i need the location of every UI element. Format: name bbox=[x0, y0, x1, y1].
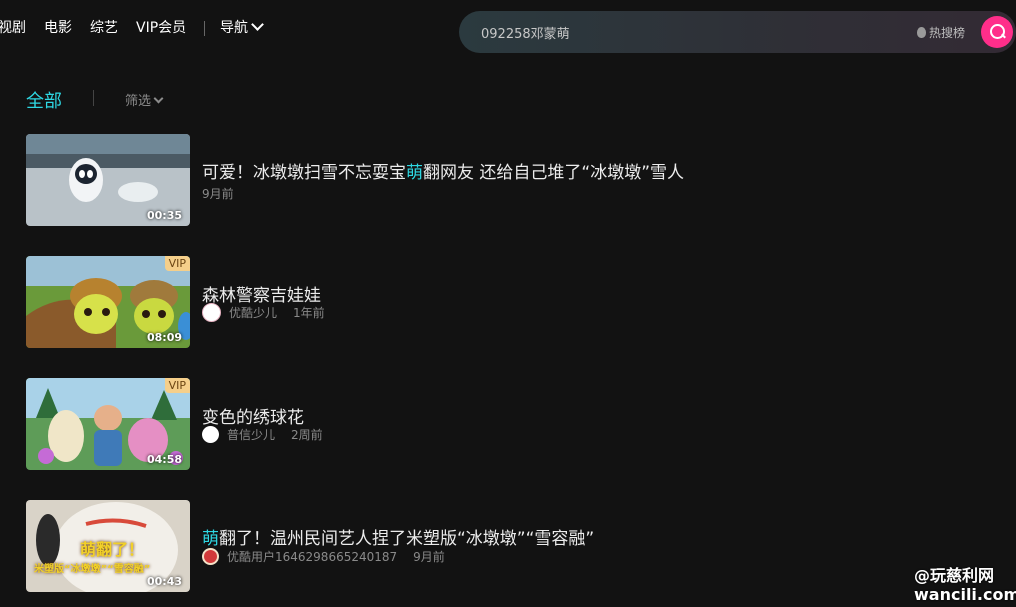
search-bar: 092258邓蒙萌 热搜榜 bbox=[459, 11, 1016, 53]
channel-avatar[interactable] bbox=[202, 426, 219, 443]
video-duration: 00:43 bbox=[146, 575, 182, 588]
video-meta: 优酷用户1646298665240187 9月前 bbox=[202, 548, 445, 566]
hot-search-label: 热搜榜 bbox=[929, 26, 966, 40]
filter-bar: 全部 筛选 bbox=[0, 80, 1016, 116]
nav-link-tv[interactable]: 视剧 bbox=[0, 19, 26, 37]
channel-name[interactable]: 优酷用户1646298665240187 bbox=[227, 550, 397, 564]
video-thumbnail[interactable]: VIP 08:09 bbox=[26, 256, 190, 348]
filter-label: 筛选 bbox=[125, 94, 152, 109]
video-meta: 9月前 bbox=[202, 185, 234, 202]
title-keyword-highlight: 萌 bbox=[202, 529, 219, 549]
nav-divider bbox=[204, 21, 205, 36]
nav-link-vip[interactable]: VIP会员 bbox=[136, 19, 186, 37]
tab-all[interactable]: 全部 bbox=[26, 87, 62, 113]
thumbnail-caption: 萌翻了！ bbox=[80, 540, 145, 559]
video-time: 9月前 bbox=[413, 550, 445, 564]
search-button[interactable] bbox=[981, 16, 1013, 48]
title-text: 变色的绣球花 bbox=[202, 408, 304, 428]
search-icon-handle bbox=[1001, 33, 1006, 39]
video-meta: 优酷少儿 1年前 bbox=[202, 303, 325, 323]
video-thumbnail[interactable]: VIP 04:58 bbox=[26, 378, 190, 470]
channel-name[interactable]: 普信少儿 bbox=[227, 428, 275, 442]
result-item[interactable]: VIP 04:58 变色的绣球花 普信少儿 2周前 bbox=[26, 378, 1016, 470]
chevron-down-icon bbox=[251, 18, 264, 31]
title-text-before: 可爱！冰墩墩扫雪不忘耍宝 bbox=[202, 163, 406, 183]
result-item[interactable]: VIP 08:09 森林警察吉娃娃 优酷少儿 1年前 bbox=[26, 256, 1016, 348]
watermark-line-1: @玩慈利网 bbox=[914, 566, 995, 585]
nav-link-movie[interactable]: 电影 bbox=[44, 19, 72, 37]
channel-avatar[interactable] bbox=[202, 303, 221, 322]
filter-divider bbox=[93, 90, 94, 106]
video-time: 1年前 bbox=[293, 306, 325, 320]
video-duration: 04:58 bbox=[146, 453, 182, 466]
result-item[interactable]: 00:35 可爱！冰墩墩扫雪不忘耍宝萌翻网友 还给自己堆了“冰墩墩”雪人 9月前 bbox=[26, 134, 1016, 226]
video-duration: 08:09 bbox=[146, 331, 182, 344]
title-text: 森林警察吉娃娃 bbox=[202, 286, 321, 306]
video-time: 2周前 bbox=[291, 428, 323, 442]
hot-search-link[interactable]: 热搜榜 bbox=[917, 24, 965, 41]
channel-avatar[interactable] bbox=[202, 548, 219, 565]
video-title[interactable]: 森林警察吉娃娃 bbox=[202, 281, 321, 306]
nav-guide-label: 导航 bbox=[220, 20, 248, 36]
video-meta: 普信少儿 2周前 bbox=[202, 426, 323, 444]
video-title[interactable]: 萌翻了！温州民间艺人捏了米塑版“冰墩墩”“雪容融” bbox=[202, 524, 594, 549]
filter-dropdown[interactable]: 筛选 bbox=[125, 90, 164, 109]
watermark-line-2: wancili.com bbox=[914, 585, 1016, 604]
vip-badge: VIP bbox=[164, 256, 190, 271]
watermark: @玩慈利网 wancili.com bbox=[914, 566, 1016, 604]
video-time: 9月前 bbox=[202, 187, 234, 201]
search-input[interactable]: 092258邓蒙萌 bbox=[481, 23, 570, 42]
video-duration: 00:35 bbox=[146, 209, 182, 222]
top-nav: 视剧 电影 综艺 VIP会员 导航 092258邓蒙萌 热搜榜 bbox=[0, 0, 1016, 58]
title-text-after: 翻了！温州民间艺人捏了米塑版“冰墩墩”“雪容融” bbox=[219, 529, 595, 549]
chevron-down-icon bbox=[153, 93, 164, 104]
video-thumbnail[interactable]: 萌翻了！ 米塑版“冰墩墩”“雪容融” 00:43 bbox=[26, 500, 190, 592]
nav-link-variety[interactable]: 综艺 bbox=[90, 19, 118, 37]
title-keyword-highlight: 萌 bbox=[406, 163, 423, 183]
nav-guide-dropdown[interactable]: 导航 bbox=[220, 18, 264, 37]
channel-name[interactable]: 优酷少儿 bbox=[229, 306, 277, 320]
title-text-after: 翻网友 还给自己堆了“冰墩墩”雪人 bbox=[423, 163, 685, 183]
video-title[interactable]: 变色的绣球花 bbox=[202, 403, 304, 428]
vip-badge: VIP bbox=[164, 378, 190, 393]
flame-icon bbox=[917, 27, 926, 38]
thumbnail-subcaption: 米塑版“冰墩墩”“雪容融” bbox=[34, 564, 151, 575]
video-thumbnail[interactable]: 00:35 bbox=[26, 134, 190, 226]
video-title[interactable]: 可爱！冰墩墩扫雪不忘耍宝萌翻网友 还给自己堆了“冰墩墩”雪人 bbox=[202, 158, 684, 183]
result-item[interactable]: 萌翻了！ 米塑版“冰墩墩”“雪容融” 00:43 萌翻了！温州民间艺人捏了米塑版… bbox=[26, 500, 1016, 592]
